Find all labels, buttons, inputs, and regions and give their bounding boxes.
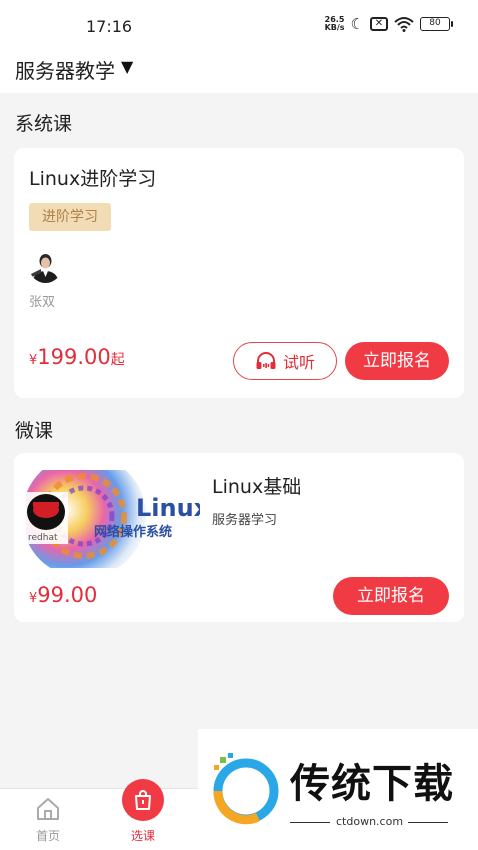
shopping-bag-icon <box>135 790 151 810</box>
caret-down-icon: ▼ <box>121 57 134 76</box>
thumb-caption: 网络操作系统 <box>94 524 172 540</box>
thumb-linux: Linux <box>136 494 200 522</box>
micro-course-card[interactable]: redhat Linux 网络操作系统 Linux基础 服务器学习 ¥99.00… <box>14 453 464 622</box>
micro-course-subtitle: 服务器学习 <box>212 513 278 528</box>
micro-course-price: ¥99.00 <box>29 583 97 607</box>
teacher-name: 张双 <box>29 295 56 310</box>
nav-select-circle <box>122 779 164 821</box>
system-course-card[interactable]: Linux进阶学习 进阶学习 张双 ¥199.00起 试听 立即报名 <box>14 148 464 398</box>
watermark: 传统下载 ctdown.com <box>198 729 478 850</box>
watermark-text: 传统下载 <box>290 761 454 807</box>
section-title-system: 系统课 <box>15 113 73 135</box>
nav-label-select: 选课 <box>130 829 155 843</box>
moon-icon: ☾ <box>350 15 364 33</box>
status-icons: 26.5 KB/s ☾ ✕ 80 <box>325 15 453 33</box>
nav-home[interactable]: 首页 <box>8 789 88 850</box>
course-thumbnail: redhat Linux 网络操作系统 <box>26 470 200 568</box>
course-price: ¥199.00起 <box>29 345 125 369</box>
section-title-micro: 微课 <box>15 420 54 442</box>
headphones-icon <box>256 352 276 369</box>
price-amount: 99.00 <box>37 583 98 607</box>
nav-label-home: 首页 <box>35 829 60 843</box>
micro-course-title: Linux基础 <box>212 476 302 498</box>
battery-level: 80 <box>429 18 441 28</box>
watermark-divider-right <box>408 822 448 823</box>
nav-select-course[interactable]: 选课 <box>103 779 183 850</box>
watermark-divider-left <box>290 822 330 823</box>
trial-label: 试听 <box>282 353 315 372</box>
battery-icon: 80 <box>420 17 453 31</box>
watermark-logo-icon <box>213 753 279 825</box>
trial-listen-button[interactable]: 试听 <box>233 342 337 380</box>
top-header: 服务器教学 ▼ <box>0 50 478 93</box>
status-time: 17:16 <box>86 17 133 36</box>
no-sim-icon: ✕ <box>370 17 388 31</box>
price-amount: 199.00 <box>37 345 111 369</box>
price-suffix: 起 <box>110 352 125 368</box>
enroll-button[interactable]: 立即报名 <box>345 342 449 380</box>
status-bar: 17:16 26.5 KB/s ☾ ✕ 80 <box>0 0 478 50</box>
thumb-brand: redhat <box>28 533 58 543</box>
net-speed-unit: KB/s <box>324 23 345 32</box>
wifi-icon <box>394 17 414 32</box>
teacher-avatar <box>29 250 62 283</box>
home-icon <box>37 798 59 820</box>
micro-enroll-button[interactable]: 立即报名 <box>333 577 449 615</box>
course-title: Linux进阶学习 <box>29 168 157 190</box>
category-title: 服务器教学 <box>15 59 115 83</box>
net-speed-indicator: 26.5 KB/s <box>325 16 345 32</box>
watermark-url: ctdown.com <box>336 815 404 828</box>
course-tag: 进阶学习 <box>29 203 111 231</box>
